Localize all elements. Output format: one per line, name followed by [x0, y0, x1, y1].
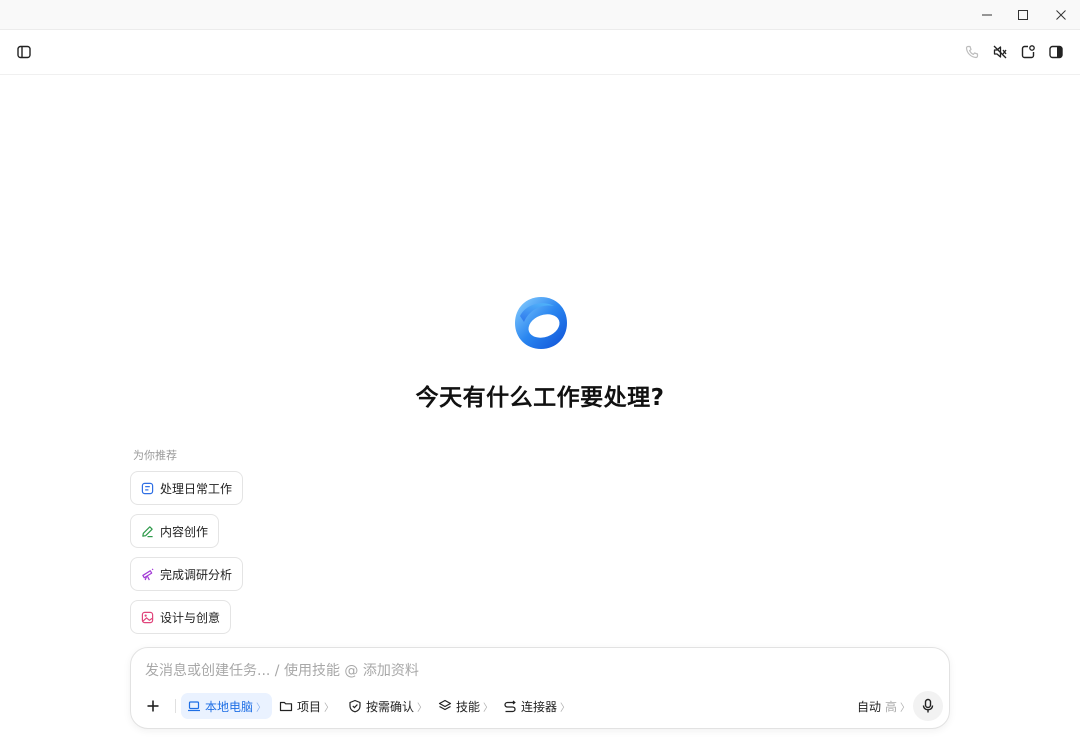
- phone-icon: [965, 45, 979, 59]
- suggestion-content-creation[interactable]: 内容创作: [130, 514, 220, 548]
- app-logo: [512, 294, 570, 352]
- minimize-button[interactable]: [970, 0, 1004, 30]
- maximize-button[interactable]: [1006, 0, 1040, 30]
- local-computer-button[interactable]: 本地电脑 〉: [181, 693, 273, 719]
- minimize-icon: [982, 14, 992, 16]
- suggestion-design-creative[interactable]: 设计与创意: [130, 600, 232, 634]
- page-heading: 今天有什么工作要处理?: [415, 385, 665, 411]
- add-attachment-button[interactable]: [141, 693, 169, 719]
- chevron-right-icon: 〉: [900, 702, 911, 714]
- microphone-button[interactable]: [913, 691, 943, 721]
- recommend-label: 为你推荐: [133, 449, 177, 462]
- mode-label: 自动: [857, 699, 882, 714]
- new-chat-icon: [1021, 45, 1035, 59]
- mode-selector[interactable]: 自动 高 〉: [853, 693, 914, 719]
- message-composer: 本地电脑 〉 项目 〉 按需确认 〉 技能 〉 连接器 〉 自动 高 〉: [130, 647, 950, 729]
- telescope-icon: [142, 568, 154, 580]
- confirm-on-demand-button[interactable]: 按需确认 〉: [344, 693, 431, 719]
- connectors-button[interactable]: 连接器 〉: [499, 693, 574, 719]
- close-icon: [1056, 10, 1066, 20]
- suggestion-label: 处理日常工作: [160, 481, 233, 496]
- maximize-icon: [1018, 10, 1028, 20]
- composer-divider: [175, 699, 176, 713]
- microphone-icon: [922, 698, 934, 713]
- mute-icon: [993, 45, 1007, 59]
- task-icon: [141, 482, 154, 494]
- folder-icon: [279, 701, 293, 712]
- suggestion-label: 设计与创意: [160, 610, 221, 625]
- layers-icon: [438, 699, 452, 711]
- laptop-icon: [188, 701, 200, 712]
- message-input[interactable]: [145, 660, 925, 682]
- skills-label: 技能: [456, 699, 481, 714]
- project-label: 项目: [297, 699, 322, 714]
- mode-level: 高: [885, 699, 898, 714]
- right-panel-icon: [1049, 45, 1063, 59]
- suggestion-label: 完成调研分析: [160, 567, 233, 582]
- skills-button[interactable]: 技能 〉: [434, 693, 497, 719]
- image-icon: [141, 611, 154, 623]
- chevron-right-icon: 〉: [560, 702, 571, 714]
- chevron-right-icon: 〉: [417, 702, 428, 714]
- suggestion-daily-work[interactable]: 处理日常工作: [130, 471, 244, 505]
- chevron-right-icon: 〉: [256, 702, 267, 714]
- sidebar-toggle-icon: [17, 45, 31, 59]
- project-button[interactable]: 项目 〉: [275, 693, 338, 719]
- suggestion-label: 内容创作: [160, 524, 209, 539]
- local-computer-label: 本地电脑: [205, 699, 254, 714]
- phone-button[interactable]: [960, 40, 984, 64]
- plus-icon: [147, 700, 159, 712]
- shield-check-icon: [349, 699, 361, 713]
- right-panel-button[interactable]: [1044, 40, 1068, 64]
- top-toolbar: [0, 30, 1080, 75]
- window-title-bar: [0, 0, 1080, 30]
- connector-icon: [504, 700, 516, 713]
- suggestion-research-analysis[interactable]: 完成调研分析: [130, 557, 244, 591]
- close-button[interactable]: [1044, 0, 1078, 30]
- sidebar-toggle-button[interactable]: [12, 40, 36, 64]
- pen-icon: [142, 525, 153, 537]
- connectors-label: 连接器: [521, 699, 558, 714]
- chevron-right-icon: 〉: [483, 702, 494, 714]
- new-chat-button[interactable]: [1016, 40, 1040, 64]
- chevron-right-icon: 〉: [324, 702, 335, 714]
- mute-button[interactable]: [988, 40, 1012, 64]
- confirm-on-demand-label: 按需确认: [366, 699, 415, 714]
